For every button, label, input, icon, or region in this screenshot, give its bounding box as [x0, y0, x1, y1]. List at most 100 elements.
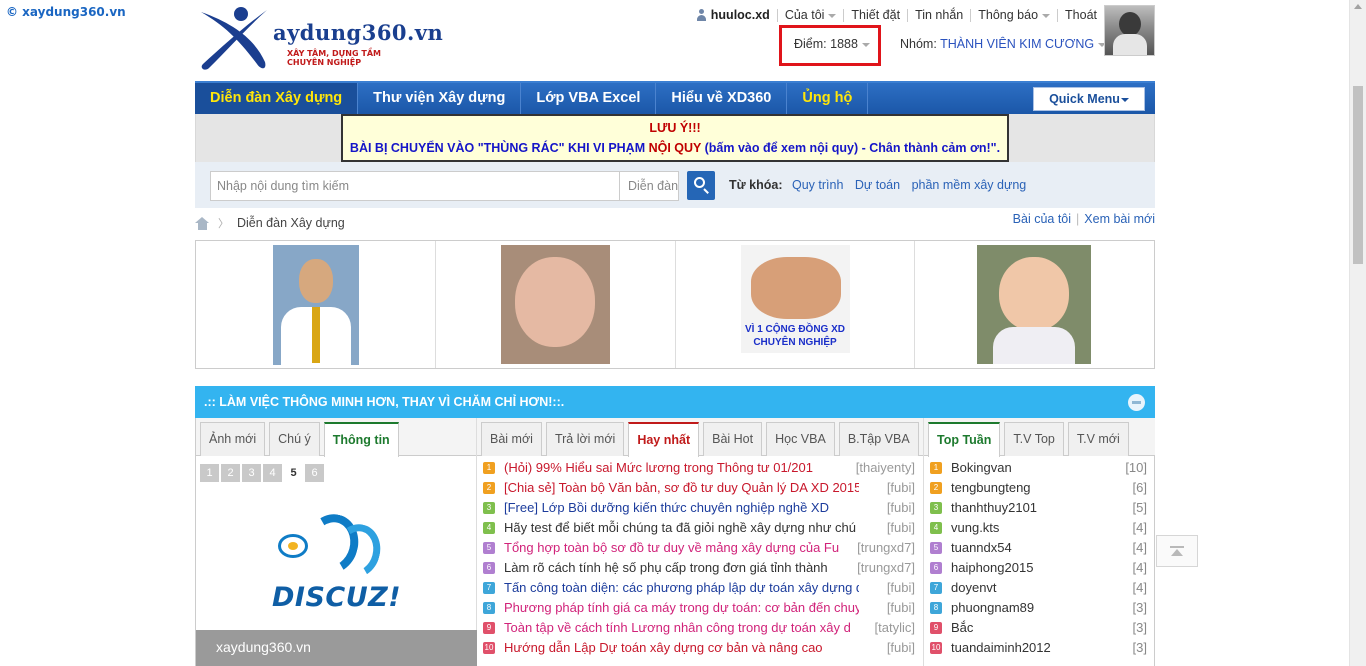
top-user-row[interactable]: 2 tengbungteng [6]: [924, 478, 1155, 498]
pager-item[interactable]: 2: [221, 464, 240, 482]
breadcrumb-current[interactable]: Diễn đàn Xây dựng: [237, 216, 345, 230]
photo-baby[interactable]: [500, 245, 610, 364]
search-button[interactable]: [687, 171, 715, 200]
thread-author[interactable]: [fubi]: [884, 518, 915, 538]
thread-row[interactable]: 6 Làm rõ cách tính hệ số phụ cấp trong đơ…: [477, 558, 923, 578]
tab-best[interactable]: Hay nhất: [628, 422, 700, 457]
keyword-link[interactable]: Dự toán: [855, 178, 900, 192]
settings-link[interactable]: Thiết đặt: [851, 8, 900, 22]
scroll-up-icon[interactable]: [1354, 4, 1362, 9]
top-user-row[interactable]: 3 thanhthuy2101 [5]: [924, 498, 1155, 518]
new-posts-link[interactable]: Xem bài mới: [1084, 212, 1155, 226]
thread-row[interactable]: 4 Hãy test để biết mỗi chúng ta đã giỏi n…: [477, 518, 923, 538]
tab-new-members[interactable]: T.V mới: [1067, 422, 1129, 456]
pager-item[interactable]: 4: [263, 464, 282, 482]
thread-title[interactable]: Làm rõ cách tính hệ số phụ cấp trong đơn…: [504, 558, 828, 578]
back-to-top-button[interactable]: [1156, 535, 1198, 567]
top-user-row[interactable]: 5 tuanndx54 [4]: [924, 538, 1155, 558]
top-user-name[interactable]: tuandaiminh2012: [951, 638, 1051, 658]
thread-title[interactable]: Hướng dẫn Lập Dự toán xây dựng cơ bản và…: [504, 638, 823, 658]
thread-title[interactable]: [Free] Lớp Bồi dưỡng kiến thức chuyên ng…: [504, 498, 829, 518]
tab-hot[interactable]: Bài Hot: [703, 422, 763, 456]
group-value-link[interactable]: THÀNH VIÊN KIM CƯƠNG: [940, 37, 1094, 51]
points-dropdown[interactable]: Điểm: 1888: [794, 37, 870, 51]
top-user-name[interactable]: tengbungteng: [951, 478, 1031, 498]
thread-row[interactable]: 2 [Chia sẻ] Toàn bộ Văn bản, sơ đồ tư duy…: [477, 478, 923, 498]
page-scrollbar[interactable]: [1349, 0, 1366, 666]
notice-banner[interactable]: LƯU Ý!!! BÀI BỊ CHUYỂN VÀO "THÙNG RÁC" K…: [341, 114, 1009, 162]
thread-title[interactable]: Toàn tập về cách tính Lương nhân công tr…: [504, 618, 851, 638]
collapse-icon[interactable]: [1128, 394, 1145, 411]
thread-title[interactable]: Tấn công toàn diện: các phương pháp lập …: [504, 578, 859, 598]
top-user-row[interactable]: 6 haiphong2015 [4]: [924, 558, 1155, 578]
top-user-name[interactable]: tuanndx54: [951, 538, 1012, 558]
top-user-row[interactable]: 9 Bắc [3]: [924, 618, 1155, 638]
top-user-row[interactable]: 10 tuandaiminh2012 [3]: [924, 638, 1155, 658]
top-user-row[interactable]: 4 vung.kts [4]: [924, 518, 1155, 538]
thread-row[interactable]: 7 Tấn công toàn diện: các phương pháp lập…: [477, 578, 923, 598]
pager-item[interactable]: 3: [242, 464, 261, 482]
notice-rules-link[interactable]: NỘI QUY: [649, 141, 702, 155]
quick-menu-button[interactable]: Quick Menu: [1033, 87, 1145, 111]
tab-new-posts[interactable]: Bài mới: [481, 422, 542, 456]
thread-author[interactable]: [fubi]: [884, 498, 915, 518]
messages-link[interactable]: Tin nhắn: [915, 8, 963, 22]
tab-info[interactable]: Thông tin: [323, 422, 399, 457]
thread-title[interactable]: Phương pháp tính giá ca máy trong dự toá…: [504, 598, 859, 618]
tab-vba-exercises[interactable]: B.Tập VBA: [838, 422, 919, 456]
pager-item-current[interactable]: 5: [284, 464, 303, 482]
thread-row[interactable]: 10 Hướng dẫn Lập Dự toán xây dựng cơ bản …: [477, 638, 923, 658]
top-user-name[interactable]: Bokingvan: [951, 458, 1012, 478]
tab-top-members[interactable]: T.V Top: [1004, 422, 1064, 456]
thread-author[interactable]: [thaiyenty]: [853, 458, 915, 478]
home-icon[interactable]: [195, 216, 210, 230]
pager-item[interactable]: 6: [305, 464, 324, 482]
tab-learn-vba[interactable]: Học VBA: [766, 422, 835, 456]
thread-author[interactable]: [trungxd7]: [855, 538, 915, 558]
scrollbar-thumb[interactable]: [1353, 86, 1363, 264]
top-user-row[interactable]: 7 doyenvt [4]: [924, 578, 1155, 598]
thread-author[interactable]: [tatylic]: [872, 618, 915, 638]
keyword-link[interactable]: Quy trình: [792, 178, 843, 192]
thread-author[interactable]: [trungxd7]: [855, 558, 915, 578]
thread-row[interactable]: 3 [Free] Lớp Bồi dưỡng kiến thức chuyên n…: [477, 498, 923, 518]
top-user-name[interactable]: vung.kts: [951, 518, 999, 538]
avatar[interactable]: [1104, 5, 1155, 56]
notifications-link[interactable]: Thông báo: [978, 8, 1051, 22]
slide-caption[interactable]: xaydung360.vn: [196, 630, 477, 666]
my-posts-link[interactable]: Bài của tôi: [1013, 212, 1071, 226]
top-user-name[interactable]: phuongnam89: [951, 598, 1034, 618]
search-input[interactable]: Nhập nội dung tìm kiếm: [210, 171, 620, 201]
nav-library[interactable]: Thư viện Xây dựng: [358, 83, 522, 114]
tab-notes[interactable]: Chú ý: [269, 422, 320, 456]
thread-row[interactable]: 8 Phương pháp tính giá ca máy trong dự to…: [477, 598, 923, 618]
thread-row[interactable]: 1 (Hỏi) 99% Hiểu sai Mức lương trong Thôn…: [477, 458, 923, 478]
thread-title[interactable]: Tổng hợp toàn bộ sơ đồ tư duy về mảng xâ…: [504, 538, 839, 558]
nav-support[interactable]: Ủng hộ: [787, 83, 869, 114]
username-link[interactable]: huuloc.xd: [696, 8, 770, 22]
thread-author[interactable]: [fubi]: [884, 638, 915, 658]
thread-row[interactable]: 9 Toàn tập về cách tính Lương nhân công t…: [477, 618, 923, 638]
top-user-name[interactable]: Bắc: [951, 618, 973, 638]
pager-item[interactable]: 1: [200, 464, 219, 482]
thread-title[interactable]: [Chia sẻ] Toàn bộ Văn bản, sơ đồ tư duy …: [504, 478, 859, 498]
search-scope-select[interactable]: Diễn đàn: [619, 171, 679, 201]
keyword-link[interactable]: phần mềm xây dựng: [912, 178, 1027, 192]
top-user-name[interactable]: doyenvt: [951, 578, 997, 598]
thread-author[interactable]: [fubi]: [884, 478, 915, 498]
top-user-row[interactable]: 8 phuongnam89 [3]: [924, 598, 1155, 618]
site-corner-link[interactable]: © xaydung360.vn: [6, 5, 126, 19]
thread-title[interactable]: Hãy test để biết mỗi chúng ta đã giỏi ng…: [504, 518, 856, 538]
top-user-name[interactable]: haiphong2015: [951, 558, 1033, 578]
nav-vba-class[interactable]: Lớp VBA Excel: [521, 83, 657, 114]
thread-title[interactable]: (Hỏi) 99% Hiểu sai Mức lương trong Thông…: [504, 458, 813, 478]
nav-about[interactable]: Hiểu về XD360: [656, 83, 788, 114]
top-user-name[interactable]: thanhthuy2101: [951, 498, 1037, 518]
top-user-row[interactable]: 1 Bokingvan [10]: [924, 458, 1155, 478]
thread-row[interactable]: 5 Tổng hợp toàn bộ sơ đồ tư duy về mảng x…: [477, 538, 923, 558]
tab-top-week[interactable]: Top Tuần: [928, 422, 1001, 457]
tab-new-images[interactable]: Ảnh mới: [200, 422, 266, 456]
thread-author[interactable]: [fubi]: [884, 578, 915, 598]
site-logo[interactable]: aydung360.vn XÂY TÂM, DỰNG TẦM CHUYÊN NG…: [195, 6, 443, 74]
thread-author[interactable]: [fubi]: [884, 598, 915, 618]
